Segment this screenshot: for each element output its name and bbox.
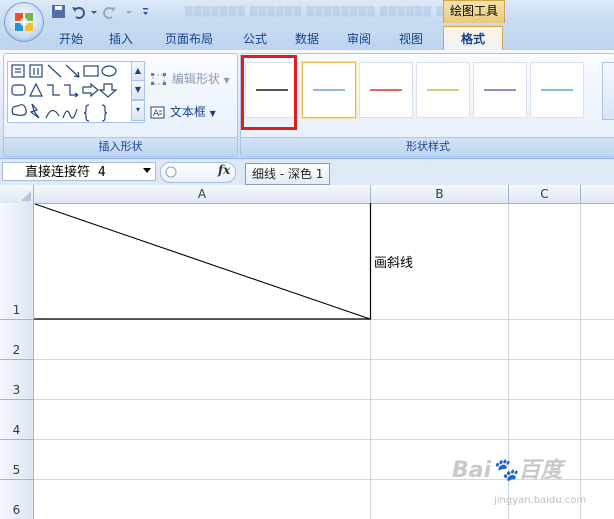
oval-shape-icon [101, 65, 117, 77]
column-header-c[interactable]: C [509, 185, 581, 203]
cell-b1-text[interactable]: 画斜线 [374, 252, 413, 271]
shapes-gallery-more[interactable]: ▾ [131, 100, 145, 121]
edit-shape-label: 编辑形状 [171, 72, 220, 86]
redo-icon[interactable] [103, 7, 132, 19]
tab-page-layout[interactable]: 页面布局 [156, 29, 222, 49]
shape-style-option[interactable] [473, 62, 527, 118]
edit-shape-button[interactable]: 编辑形状 ▼ [150, 69, 230, 89]
gridline [580, 203, 581, 519]
customize-qat-icon[interactable] [143, 8, 148, 15]
window-title: ▒▒▒▒▒▒▒ ▒▒▒▒▒▒ ▒▒▒▒▒▒▒▒ ▒▒▒▒▒▒ ▒▒▒▒▒▒ [185, 6, 489, 17]
baidu-watermark-url: jingyan.baidu.com [494, 495, 587, 506]
chevron-down-icon: ▼ [223, 76, 230, 85]
tab-home[interactable]: 开始 [50, 29, 92, 49]
gridline [34, 439, 614, 440]
style-tooltip: 细线 - 深色 1 [245, 163, 331, 185]
row-number: 2 [12, 343, 21, 357]
triangle-shape-icon [29, 82, 43, 97]
quick-access-toolbar [52, 5, 148, 19]
textbox-icon: A [150, 106, 165, 119]
textbox-button[interactable]: A 文本框 ▼ [150, 102, 216, 122]
save-icon[interactable] [52, 5, 65, 18]
style-line-preview [541, 89, 573, 91]
row-number: 1 [12, 303, 21, 317]
row-header-5[interactable]: 5 [0, 440, 34, 480]
office-button[interactable] [4, 2, 44, 42]
elbow-connector-shape-icon [47, 84, 60, 96]
style-line-preview [427, 89, 459, 91]
row-header-6[interactable]: 6 [0, 480, 34, 519]
tab-view[interactable]: 视图 [390, 29, 432, 49]
arrow-shape-icon [65, 64, 80, 78]
insert-shapes-group-label: 插入形状 [4, 137, 237, 156]
name-box-dropdown-icon[interactable] [143, 168, 151, 173]
select-all-button[interactable] [0, 185, 34, 203]
down-arrow-shape-icon [98, 83, 118, 98]
column-header-b[interactable]: B [371, 185, 509, 203]
left-brace-shape-icon [83, 104, 90, 122]
scribble-shape-icon [62, 108, 78, 119]
shape-style-option[interactable] [416, 62, 470, 118]
shapes-gallery-scroll-up[interactable]: ▲ [131, 61, 145, 81]
textbox-shape-icon [11, 64, 25, 78]
office-logo-icon [15, 13, 33, 31]
style-line-preview [484, 89, 516, 91]
cell-a1[interactable] [34, 203, 374, 323]
row-header-2[interactable]: 2 [0, 320, 34, 360]
column-header-a[interactable]: A [34, 185, 371, 203]
row-number: 5 [12, 463, 21, 477]
row-header-3[interactable]: 3 [0, 360, 34, 400]
tab-insert[interactable]: 插入 [100, 29, 142, 49]
rectangle-shape-icon [83, 65, 99, 77]
row-number: 6 [12, 503, 21, 517]
right-arrow-shape-icon [82, 82, 99, 98]
row-header-1[interactable]: 1 [0, 203, 34, 320]
curve-shape-icon [45, 109, 60, 119]
baidu-watermark: Bai🐾百度 [452, 458, 563, 483]
zoom-handle-icon [165, 166, 177, 178]
undo-icon[interactable] [72, 7, 97, 19]
tab-data[interactable]: 数据 [286, 29, 328, 49]
shape-styles-more-button[interactable] [602, 62, 614, 120]
row-header-4[interactable]: 4 [0, 400, 34, 440]
row-number: 3 [12, 383, 21, 397]
freeform-shape-icon [11, 104, 27, 116]
highlight-box [241, 55, 297, 130]
gridline [34, 399, 614, 400]
shapes-gallery-scroll-down[interactable]: ▼ [131, 80, 145, 100]
shape-style-option[interactable] [359, 62, 413, 118]
rounded-rectangle-shape-icon [11, 84, 26, 96]
tab-review[interactable]: 审阅 [338, 29, 380, 49]
line-shape-icon [47, 64, 62, 78]
name-box[interactable]: 直接连接符 4 [2, 162, 156, 181]
tab-format[interactable]: 格式 [443, 26, 503, 51]
row-number: 4 [12, 423, 21, 437]
chevron-down-icon: ▼ [209, 109, 216, 118]
style-line-preview [370, 89, 402, 91]
svg-text:A: A [153, 109, 160, 119]
gridline [34, 359, 614, 360]
elbow-arrow-connector-shape-icon [64, 84, 79, 98]
lightning-shape-icon [29, 103, 40, 119]
edit-shape-icon [151, 72, 166, 85]
shape-style-option[interactable] [302, 62, 356, 118]
tab-formulas[interactable]: 公式 [234, 29, 276, 49]
style-line-preview [313, 89, 345, 91]
textbox-label: 文本框 [169, 105, 206, 119]
right-brace-shape-icon [101, 104, 108, 122]
shape-style-option[interactable] [530, 62, 584, 118]
vertical-textbox-shape-icon [29, 64, 43, 78]
insert-function-icon[interactable]: fx [218, 163, 230, 177]
shapes-gallery[interactable] [7, 61, 145, 123]
contextual-tab-group-title: 绘图工具 [443, 0, 505, 23]
diagonal-connector-line[interactable] [34, 203, 371, 320]
shape-styles-group-label: 形状样式 [241, 137, 614, 156]
